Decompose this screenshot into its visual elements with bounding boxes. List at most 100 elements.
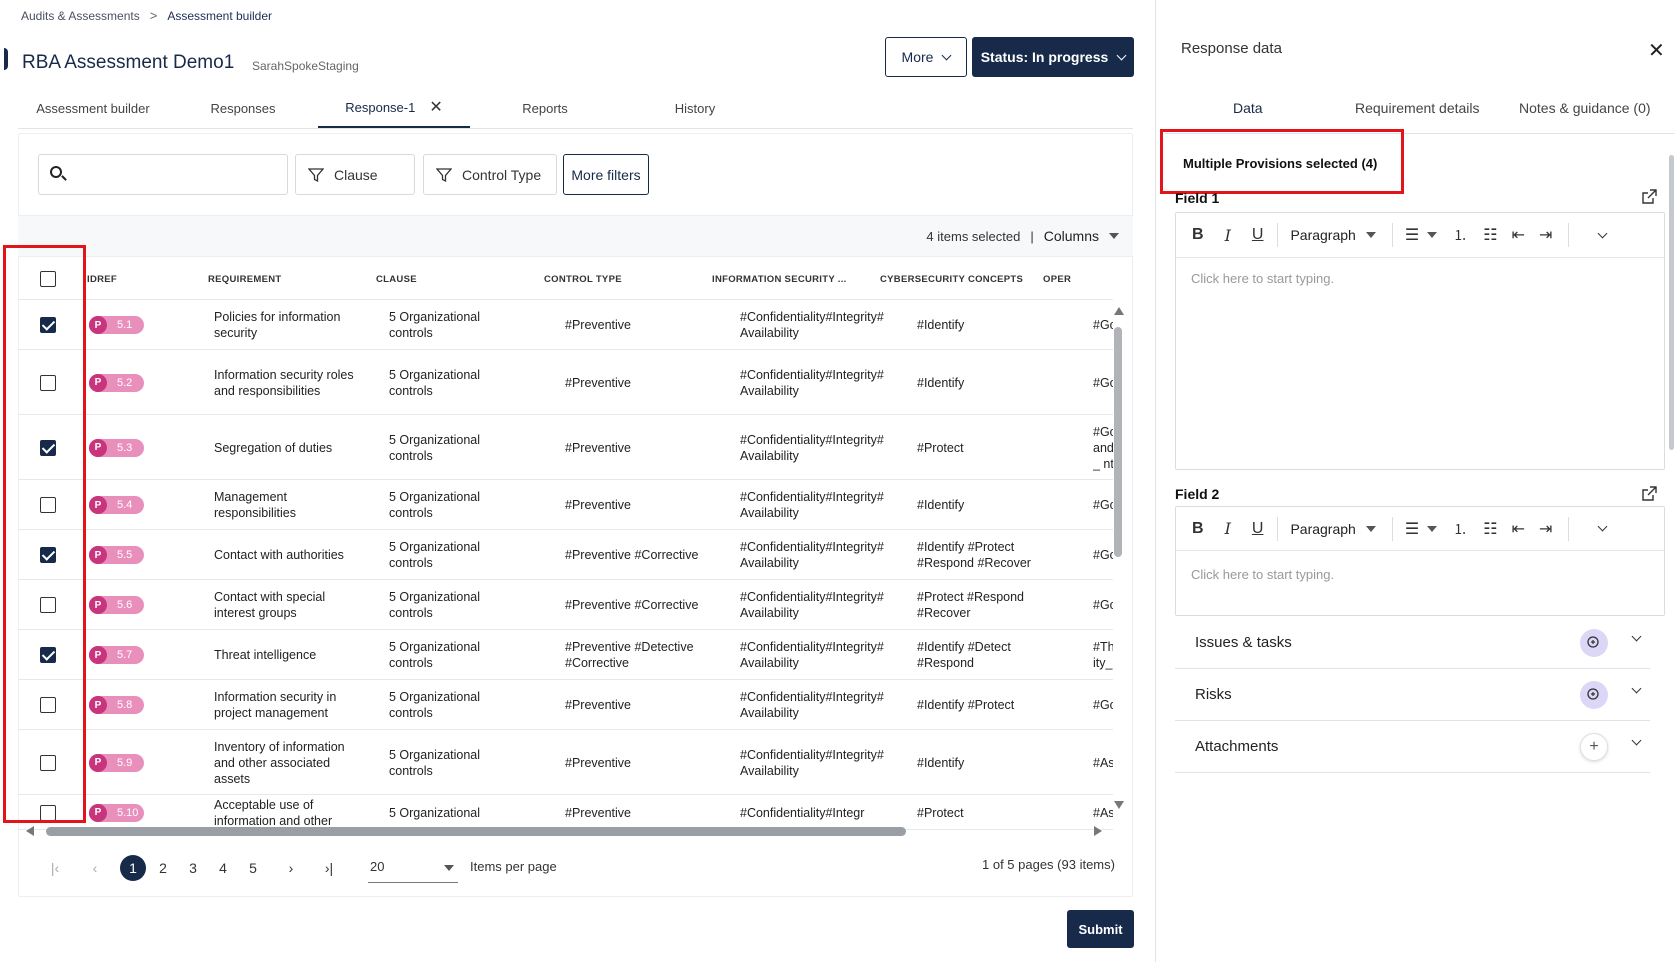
tab-assessment-builder[interactable]: Assessment builder	[18, 88, 168, 128]
outdent-icon[interactable]: ⇤	[1512, 519, 1525, 539]
next-page-icon[interactable]: ›	[276, 860, 306, 876]
page-3[interactable]: 3	[178, 860, 208, 876]
page-1[interactable]: 1	[120, 855, 146, 881]
underline-button[interactable]: U	[1252, 226, 1264, 244]
external-link-icon[interactable]	[1641, 189, 1657, 205]
bold-button[interactable]: B	[1192, 520, 1204, 538]
table-row[interactable]: P 5.2 Information security roles and respo…	[18, 350, 1113, 415]
header-idref[interactable]: IDREF	[87, 274, 117, 285]
close-icon[interactable]: ✕	[1648, 38, 1665, 63]
ai-icon[interactable]	[1580, 681, 1608, 709]
italic-button[interactable]: I	[1225, 226, 1231, 245]
tab-responses[interactable]: Responses	[168, 88, 318, 128]
panel-tab-requirement-details[interactable]: Requirement details	[1355, 100, 1480, 116]
italic-button[interactable]: I	[1225, 519, 1231, 538]
columns-button[interactable]: Columns	[1044, 228, 1119, 244]
first-page-icon[interactable]: |‹	[40, 860, 70, 876]
last-page-icon[interactable]: ›|	[314, 860, 344, 876]
scroll-up-icon[interactable]	[1114, 307, 1124, 315]
more-filters-button[interactable]: More filters	[563, 154, 649, 195]
scroll-down-icon[interactable]	[1114, 801, 1124, 809]
paragraph-select[interactable]: Paragraph	[1290, 227, 1376, 243]
scroll-right-icon[interactable]	[1094, 826, 1102, 836]
status-button-label: Status: In progress	[980, 49, 1109, 65]
horizontal-scrollbar[interactable]	[26, 825, 1102, 839]
cell-req: Inventory of information and other assoc…	[214, 739, 345, 786]
accordion-attachments[interactable]: Attachments +	[1175, 721, 1650, 773]
panel-scrollbar[interactable]	[1669, 140, 1675, 610]
tab-response-1[interactable]: Response-1 ✕	[318, 88, 470, 128]
paragraph-select[interactable]: Paragraph	[1290, 521, 1376, 537]
header-clause[interactable]: CLAUSE	[376, 274, 417, 285]
scroll-thumb[interactable]	[46, 827, 906, 836]
control-type-filter-button[interactable]: Control Type	[423, 154, 557, 195]
breadcrumb-parent[interactable]: Audits & Assessments	[21, 9, 140, 23]
ordered-list-icon[interactable]: ⒈	[1453, 225, 1467, 245]
cell-clause: 5 Organizational controls	[389, 640, 481, 670]
breadcrumb-current[interactable]: Assessment builder	[167, 9, 272, 23]
bold-button[interactable]: B	[1192, 226, 1204, 244]
items-per-page-label: Items per page	[470, 859, 557, 874]
status-button[interactable]: Status: In progress	[972, 37, 1134, 77]
field-1-editor[interactable]: B I U Paragraph ☰ ⒈ ☷ ⇤ ⇥ Click here to …	[1175, 212, 1665, 470]
cell-ctype: #Preventive #Detective #Corrective	[565, 640, 694, 670]
field-2-editor[interactable]: B I U Paragraph ☰ ⒈ ☷ ⇤ ⇥ Click here to …	[1175, 506, 1665, 616]
prev-page-icon[interactable]: ‹	[80, 860, 110, 876]
table-row[interactable]: P 5.3 Segregation of duties 5 Organizationa…	[18, 415, 1113, 480]
chevron-down-icon[interactable]	[1597, 521, 1608, 532]
caret-down-icon[interactable]	[1427, 232, 1438, 238]
panel-tab-data[interactable]: Data	[1233, 100, 1263, 116]
chevron-down-icon[interactable]	[1597, 228, 1608, 238]
accordion-issues-tasks[interactable]: Issues & tasks	[1175, 617, 1650, 669]
paragraph-label: Paragraph	[1290, 227, 1356, 243]
items-per-page-select[interactable]: 20	[368, 853, 458, 883]
header-requirement[interactable]: REQUIREMENT	[208, 274, 282, 285]
header-cybersecurity-concepts[interactable]: CYBERSECURITY CONCEPTS	[880, 274, 1023, 285]
table-row[interactable]: P 5.4 Management responsibilities 5 Organiz…	[18, 480, 1113, 530]
indent-icon[interactable]: ⇥	[1539, 225, 1552, 245]
indent-icon[interactable]: ⇥	[1539, 519, 1552, 539]
header-oper[interactable]: OPER	[1043, 274, 1071, 285]
bullet-list-icon[interactable]: ☷	[1483, 519, 1497, 539]
search-input[interactable]	[75, 161, 275, 188]
align-icon[interactable]: ☰	[1405, 225, 1419, 245]
scroll-thumb[interactable]	[1669, 155, 1674, 450]
ai-icon[interactable]	[1580, 629, 1608, 657]
page-5[interactable]: 5	[238, 860, 268, 876]
submit-button[interactable]: Submit	[1067, 910, 1134, 948]
external-link-icon[interactable]	[1641, 486, 1657, 502]
page-4[interactable]: 4	[208, 860, 238, 876]
table-row[interactable]: P 5.1 Policies for information security 5 O…	[18, 300, 1113, 350]
underline-button[interactable]: U	[1252, 520, 1264, 538]
header-information-security[interactable]: INFORMATION SECURITY ...	[712, 274, 847, 285]
idref-badge: P 5.10	[89, 803, 144, 822]
outdent-icon[interactable]: ⇤	[1512, 225, 1525, 245]
clause-filter-button[interactable]: Clause	[295, 154, 415, 195]
cell-oper: #Go	[1093, 318, 1113, 332]
bullet-list-icon[interactable]: ☷	[1483, 225, 1497, 245]
toolbar-divider	[1391, 223, 1393, 247]
page-2[interactable]: 2	[148, 860, 178, 876]
tab-reports[interactable]: Reports	[470, 88, 620, 128]
caret-down-icon[interactable]	[1427, 525, 1438, 532]
close-tab-icon[interactable]: ✕	[429, 97, 442, 117]
scroll-left-icon[interactable]	[26, 826, 34, 836]
more-button[interactable]: More	[885, 37, 967, 77]
align-icon[interactable]: ☰	[1405, 519, 1419, 539]
table-row[interactable]: P 5.8 Information security in project mana…	[18, 680, 1113, 730]
search-box[interactable]	[38, 154, 288, 195]
table-row[interactable]: P 5.6 Contact with special interest groups…	[18, 580, 1113, 630]
table-row[interactable]: P 5.9 Inventory of information and other a…	[18, 730, 1113, 795]
add-icon[interactable]: +	[1580, 733, 1608, 761]
header-control-type[interactable]: CONTROL TYPE	[544, 274, 622, 285]
tab-history[interactable]: History	[620, 88, 770, 128]
cell-clause: 5 Organizational controls	[389, 540, 481, 570]
ordered-list-icon[interactable]: ⒈	[1453, 519, 1467, 539]
accordion-risks[interactable]: Risks	[1175, 669, 1650, 721]
table-row[interactable]: P 5.5 Contact with authorities 5 Organizati…	[18, 530, 1113, 580]
panel-tab-notes-guidance[interactable]: Notes & guidance (0)	[1519, 100, 1651, 116]
idref-badge: P 5.5	[89, 546, 144, 564]
scroll-thumb[interactable]	[1114, 327, 1122, 557]
vertical-scrollbar[interactable]	[1114, 307, 1124, 809]
table-row[interactable]: P 5.7 Threat intelligence 5 Organizational …	[18, 630, 1113, 680]
